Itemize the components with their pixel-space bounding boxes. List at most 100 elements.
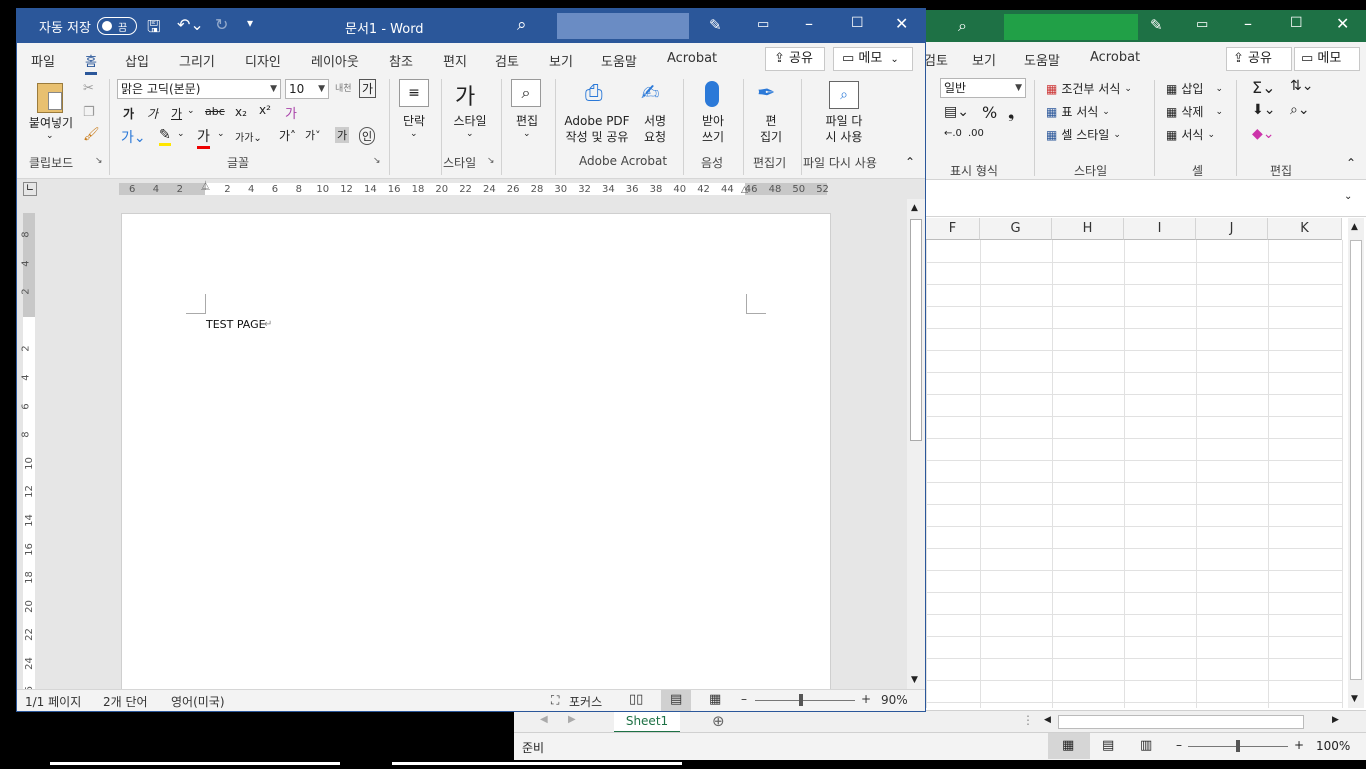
dictate-button[interactable]: 받아 쓰기 bbox=[689, 79, 737, 149]
strikethrough-button[interactable]: abc bbox=[205, 105, 225, 118]
zoom-level[interactable]: 100% bbox=[1316, 739, 1350, 753]
chevron-down-icon[interactable]: ⌄ bbox=[177, 129, 185, 139]
create-adobe-pdf-button[interactable]: ⎙ Adobe PDF 작성 및 공유 bbox=[561, 79, 633, 149]
bold-button[interactable]: 가 bbox=[123, 105, 134, 122]
editing-button[interactable]: ⌕ 편집 ⌄ bbox=[507, 79, 547, 149]
page-layout-icon[interactable]: ▤ bbox=[1102, 738, 1114, 753]
dialog-launcher-icon[interactable]: ↘ bbox=[373, 156, 381, 166]
highlight-icon[interactable]: ✎ bbox=[159, 127, 171, 146]
enclose-characters-icon[interactable]: 인 bbox=[359, 127, 376, 145]
print-layout-button[interactable]: ▤ bbox=[661, 690, 691, 711]
column-header[interactable]: I bbox=[1124, 218, 1196, 240]
superscript-button[interactable]: x² bbox=[259, 103, 271, 117]
paste-button[interactable]: 붙여넣기 ⌄ bbox=[25, 81, 77, 151]
scroll-left-icon[interactable]: ◀ bbox=[1044, 715, 1051, 725]
tab-review[interactable]: 검토 bbox=[495, 51, 519, 70]
dialog-launcher-icon[interactable]: ↘ bbox=[487, 156, 495, 166]
zoom-out-icon[interactable]: – bbox=[1176, 738, 1182, 752]
maximize-icon[interactable]: ☐ bbox=[851, 15, 864, 31]
column-header[interactable]: F bbox=[926, 218, 980, 240]
excel-cell-grid[interactable] bbox=[926, 240, 1343, 708]
read-mode-icon[interactable]: ▯▯ bbox=[629, 692, 643, 707]
comma-icon[interactable]: ❟ bbox=[1008, 103, 1014, 123]
format-as-table-button[interactable]: ▦ 표 서식 ⌄ bbox=[1046, 103, 1110, 120]
delete-cells-button[interactable]: ▦ 삭제 ⌄ bbox=[1166, 103, 1223, 120]
undo-icon[interactable]: ↶⌄ bbox=[177, 15, 204, 34]
comments-button[interactable]: ▭ 메모 ⌄ bbox=[833, 47, 913, 71]
tab-home[interactable]: 홈 bbox=[85, 51, 97, 75]
insert-cells-button[interactable]: ▦ 삽입 ⌄ bbox=[1166, 80, 1223, 97]
word-count[interactable]: 2개 단어 bbox=[103, 693, 148, 710]
excel-search-box[interactable] bbox=[1004, 14, 1138, 40]
tab-selector-icon[interactable]: ∟ bbox=[23, 182, 37, 196]
change-case-icon[interactable]: 가가⌄ bbox=[235, 129, 262, 144]
autosave-toggle[interactable]: 끔 bbox=[97, 17, 137, 35]
font-size-select[interactable]: 10 ▼ bbox=[285, 79, 329, 99]
fill-icon[interactable]: ⬇⌄ bbox=[1252, 102, 1275, 118]
sort-filter-icon[interactable]: ⇅⌄ bbox=[1290, 78, 1313, 94]
scroll-up-icon[interactable]: ▲ bbox=[1351, 222, 1358, 232]
vertical-scrollbar[interactable]: ▲ ▼ bbox=[907, 199, 925, 689]
excel-designer-icon[interactable]: ✎ bbox=[1150, 16, 1163, 34]
search-box[interactable] bbox=[557, 13, 689, 39]
tab-references[interactable]: 참조 bbox=[389, 51, 413, 70]
reuse-files-button[interactable]: ⌕ 파일 다 시 사용 bbox=[809, 79, 879, 149]
customize-toolbar-icon[interactable]: ▾ bbox=[247, 16, 253, 30]
scroll-up-icon[interactable]: ▲ bbox=[911, 203, 918, 213]
scroll-thumb[interactable] bbox=[910, 219, 922, 441]
subscript-button[interactable]: x₂ bbox=[235, 105, 247, 119]
request-signature-button[interactable]: ✍ 서명 요청 bbox=[635, 79, 675, 149]
chevron-down-icon[interactable]: ⌄ bbox=[217, 129, 225, 139]
increase-decimal-icon[interactable]: ←.0 bbox=[944, 128, 962, 139]
sheet-tab[interactable]: Sheet1 bbox=[614, 711, 680, 733]
scroll-right-icon[interactable]: ▶ bbox=[1332, 715, 1339, 725]
zoom-slider[interactable] bbox=[755, 700, 855, 701]
excel-vertical-scrollbar[interactable]: ▲ ▼ bbox=[1348, 218, 1364, 708]
tab-file[interactable]: 파일 bbox=[31, 51, 55, 70]
language-indicator[interactable]: 영어(미국) bbox=[171, 693, 225, 710]
format-cells-button[interactable]: ▦ 서식 ⌄ bbox=[1166, 126, 1215, 143]
autosum-icon[interactable]: Σ⌄ bbox=[1252, 78, 1276, 97]
splitter-icon[interactable]: ⋮ bbox=[1022, 713, 1034, 727]
ribbon-display-icon[interactable]: ▭ bbox=[757, 17, 769, 32]
save-icon[interactable]: 🖫 bbox=[147, 16, 161, 43]
tab-view[interactable]: 보기 bbox=[549, 51, 573, 70]
character-shading-icon[interactable]: 가 bbox=[335, 127, 350, 143]
clear-format-icon[interactable]: 가 bbox=[359, 79, 377, 98]
underline-button[interactable]: 가 bbox=[171, 105, 182, 122]
text-effects-icon[interactable]: 가⌄ bbox=[121, 127, 146, 147]
document-page[interactable]: TEST PAGE ↵ bbox=[121, 213, 831, 689]
redo-icon[interactable]: ↻ bbox=[215, 15, 228, 34]
tab-draw[interactable]: 그리기 bbox=[179, 51, 215, 70]
excel-share-button[interactable]: ⇪ 공유 bbox=[1226, 47, 1292, 71]
excel-tab-review[interactable]: 검토 bbox=[924, 50, 948, 69]
excel-ribbon-display-icon[interactable]: ▭ bbox=[1196, 17, 1208, 32]
tab-insert[interactable]: 삽입 bbox=[125, 51, 149, 70]
font-color-icon[interactable]: 가 bbox=[197, 126, 210, 149]
dialog-launcher-icon[interactable]: ↘ bbox=[95, 156, 103, 166]
column-header[interactable]: H bbox=[1052, 218, 1124, 240]
scroll-down-icon[interactable]: ▼ bbox=[911, 675, 918, 685]
chevron-down-icon[interactable]: ⌄ bbox=[187, 106, 195, 116]
add-sheet-icon[interactable]: ⊕ bbox=[712, 712, 725, 730]
column-header[interactable]: J bbox=[1196, 218, 1268, 240]
next-sheet-icon[interactable]: ▶ bbox=[568, 714, 576, 725]
excel-tab-view[interactable]: 보기 bbox=[972, 50, 996, 69]
zoom-in-icon[interactable]: + bbox=[861, 692, 871, 706]
web-layout-icon[interactable]: ▦ bbox=[709, 692, 721, 707]
share-button[interactable]: ⇪ 공유 bbox=[765, 47, 825, 71]
excel-comments-button[interactable]: ▭ 메모 bbox=[1294, 47, 1360, 71]
tab-design[interactable]: 디자인 bbox=[245, 51, 281, 70]
prev-sheet-icon[interactable]: ◀ bbox=[540, 714, 548, 725]
clear-formatting-icon[interactable]: 가 bbox=[285, 103, 297, 122]
tab-mailings[interactable]: 편지 bbox=[443, 51, 467, 70]
clear-icon[interactable]: ◆⌄ bbox=[1252, 126, 1275, 142]
format-painter-icon[interactable]: 🖌 bbox=[83, 127, 100, 142]
collapse-ribbon-icon[interactable]: ⌃ bbox=[905, 155, 915, 169]
column-header[interactable]: G bbox=[980, 218, 1052, 240]
focus-button[interactable]: ⛶ 포커스 bbox=[551, 690, 611, 710]
find-icon[interactable]: ⌕⌄ bbox=[1290, 102, 1310, 118]
page-break-icon[interactable]: ▥ bbox=[1140, 738, 1152, 753]
excel-number-format-select[interactable]: 일반 ▼ bbox=[940, 78, 1026, 98]
font-name-select[interactable]: 맑은 고딕(본문) ▼ bbox=[117, 79, 281, 99]
